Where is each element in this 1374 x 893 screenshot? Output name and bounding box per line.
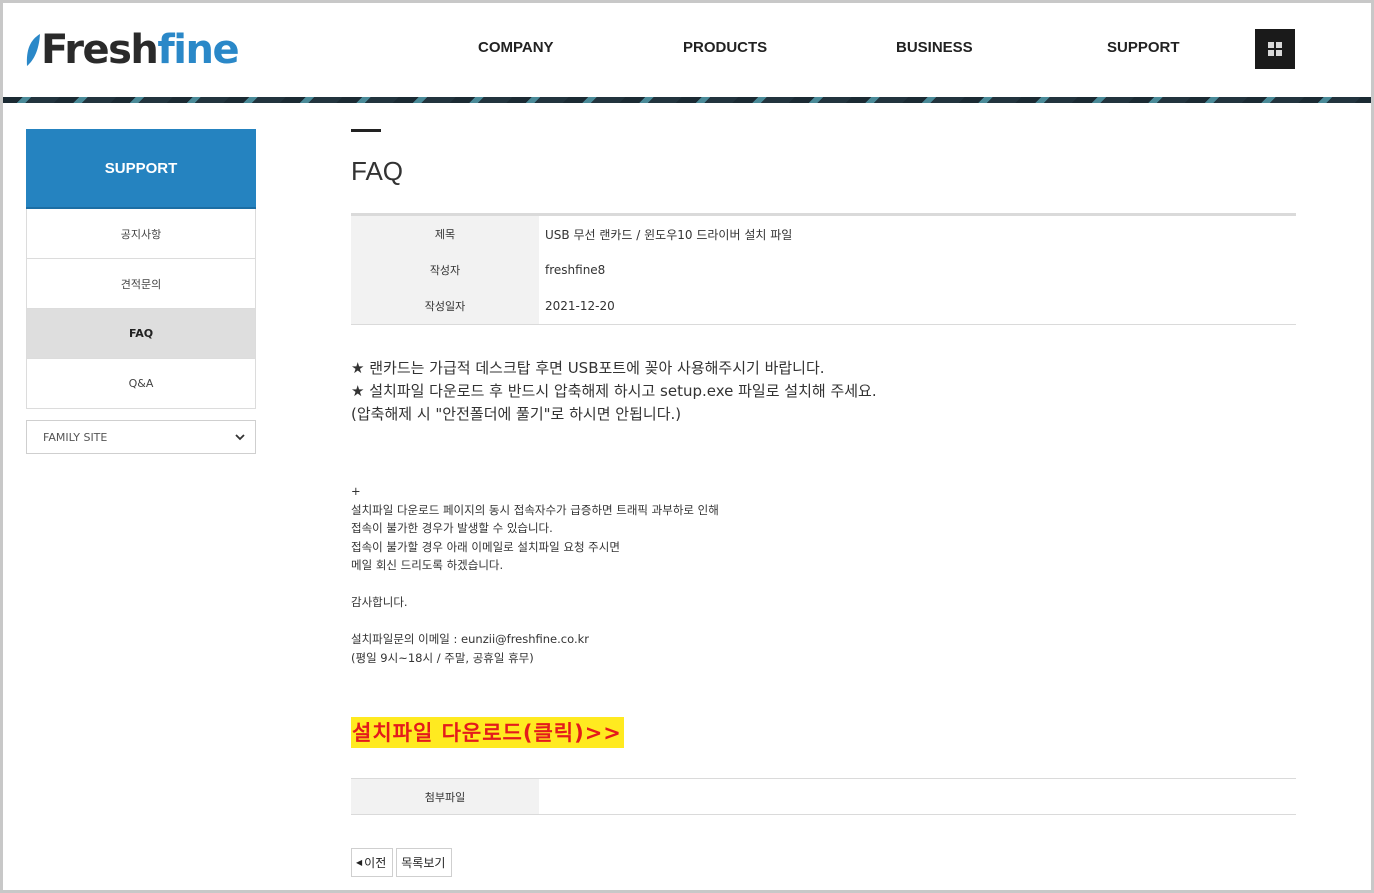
logo-fresh-text: Fresh	[41, 27, 159, 73]
info-row-author: 작성자 freshfine8	[351, 252, 1296, 288]
page-title: FAQ	[351, 156, 404, 186]
family-site-label: FAMILY SITE	[43, 430, 108, 444]
attachment-value	[539, 779, 1296, 814]
sidebar-item-qna[interactable]: Q&A	[27, 359, 255, 409]
sidebar-item-faq[interactable]: FAQ	[27, 309, 255, 359]
body-line: ★ 설치파일 다운로드 후 반드시 압축해제 하시고 setup.exe 파일로…	[351, 382, 877, 400]
nav-business[interactable]: BUSINESS	[896, 39, 973, 56]
body-line: ★ 랜카드는 가급적 데스크탑 후면 USB포트에 꽂아 사용해주시기 바랍니다…	[351, 359, 825, 377]
body-line: 설치파일 다운로드 페이지의 동시 접속자수가 급증하면 트래픽 과부하로 인해	[351, 502, 719, 517]
post-info-table: 제목 USB 무선 랜카드 / 윈도우10 드라이버 설치 파일 작성자 fre…	[351, 213, 1296, 325]
body-line: (평일 9시~18시 / 주말, 공휴일 휴무)	[351, 650, 534, 665]
body-line	[351, 575, 1296, 594]
attachment-label: 첨부파일	[351, 779, 539, 814]
grid-menu-icon	[1268, 42, 1282, 56]
list-button[interactable]: 목록보기	[396, 848, 453, 877]
leaf-icon	[26, 34, 40, 66]
family-site-select[interactable]: FAMILY SITE	[26, 420, 256, 454]
list-button-label: 목록보기	[401, 856, 446, 870]
info-value: USB 무선 랜카드 / 윈도우10 드라이버 설치 파일	[545, 227, 793, 242]
sidebar-item-notice[interactable]: 공지사항	[27, 209, 255, 259]
main-content: FAQ 제목 USB 무선 랜카드 / 윈도우10 드라이버 설치 파일 작성자…	[351, 129, 1296, 877]
body-line: 접속이 불가할 경우 아래 이메일로 설치파일 요청 주시면	[351, 539, 620, 554]
chevron-down-icon	[235, 430, 245, 444]
info-value: 2021-12-20	[545, 299, 615, 313]
body-line	[351, 612, 1296, 631]
post-buttons: ◀ 이전 목록보기	[351, 848, 1296, 877]
logo-fine-text: fine	[157, 27, 239, 73]
sidebar: SUPPORT 공지사항 견적문의 FAQ Q&A FAMILY SITE	[26, 129, 256, 454]
info-label: 제목	[351, 216, 539, 252]
body-line: 설치파일문의 이메일 : eunzii@freshfine.co.kr	[351, 632, 589, 646]
title-accent-bar	[351, 129, 381, 132]
post-body-text: + 설치파일 다운로드 페이지의 동시 접속자수가 급증하면 트래픽 과부하로 …	[351, 482, 1296, 667]
download-link[interactable]: 설치파일 다운로드(클릭)>>	[351, 717, 624, 748]
prev-button-label: 이전	[364, 856, 387, 870]
sidebar-item-quote[interactable]: 견적문의	[27, 259, 255, 309]
info-value: freshfine8	[545, 263, 606, 277]
body-line: 감사합니다.	[351, 595, 408, 609]
info-row-date: 작성일자 2021-12-20	[351, 288, 1296, 324]
nav-products[interactable]: PRODUCTS	[683, 39, 767, 56]
attachment-row: 첨부파일	[351, 778, 1296, 815]
post-body-notice: ★ 랜카드는 가급적 데스크탑 후면 USB포트에 꽂아 사용해주시기 바랍니다…	[351, 357, 1296, 426]
header-stripe	[3, 97, 1371, 103]
nav-support[interactable]: SUPPORT	[1107, 39, 1180, 56]
site-header: Freshfine COMPANY PRODUCTS BUSINESS SUPP…	[3, 3, 1371, 100]
info-label: 작성자	[351, 252, 539, 288]
body-line: (압축해제 시 "안전폴더에 풀기"로 하시면 안됩니다.)	[351, 405, 682, 423]
nav-company[interactable]: COMPANY	[478, 39, 554, 56]
info-label: 작성일자	[351, 288, 539, 324]
body-line: +	[351, 484, 361, 498]
logo[interactable]: Freshfine	[25, 25, 240, 75]
body-line: 메일 회신 드리도록 하겠습니다.	[351, 558, 504, 572]
info-row-subject: 제목 USB 무선 랜카드 / 윈도우10 드라이버 설치 파일	[351, 216, 1296, 252]
sidebar-title: SUPPORT	[26, 129, 256, 209]
prev-button[interactable]: ◀ 이전	[351, 848, 394, 877]
body-line: 접속이 불가한 경우가 발생할 수 있습니다.	[351, 521, 553, 535]
sidebar-menu: 공지사항 견적문의 FAQ Q&A	[26, 209, 256, 409]
menu-button[interactable]	[1255, 29, 1295, 69]
triangle-left-icon: ◀	[356, 858, 363, 867]
